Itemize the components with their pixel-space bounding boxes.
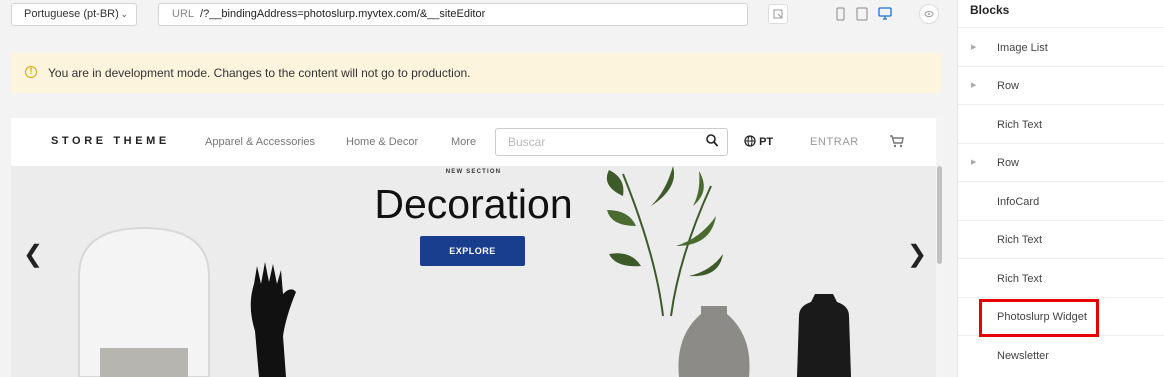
eye-icon[interactable] [919, 4, 939, 24]
desktop-icon[interactable] [876, 4, 896, 24]
login-link[interactable]: ENTRAR [810, 136, 859, 148]
carousel-next-icon[interactable]: ❯ [907, 240, 927, 269]
store-header: STORE THEME Apparel & Accessories Home &… [11, 118, 936, 166]
dev-mode-banner: ! You are in development mode. Changes t… [11, 53, 941, 93]
block-item-row-2[interactable]: ▶ Row [958, 144, 1164, 182]
block-item-label: Rich Text [997, 234, 1043, 246]
explore-button[interactable]: EXPLORE [420, 236, 525, 266]
language-label: PT [759, 136, 774, 148]
highlight-box [979, 299, 1099, 337]
block-item-label: Row [997, 80, 1020, 92]
mobile-icon[interactable] [832, 4, 852, 24]
block-item-row[interactable]: ▶ Row [958, 67, 1164, 105]
store-search-input[interactable]: Buscar [495, 128, 728, 156]
nav-item-more[interactable]: More [451, 136, 476, 148]
warning-icon: ! [25, 66, 37, 78]
caret-right-icon[interactable]: ▶ [971, 81, 976, 89]
locale-value: Portuguese (pt-BR) [24, 8, 119, 20]
carousel-prev-icon[interactable]: ❮ [23, 240, 43, 269]
block-item-label: InfoCard [997, 196, 1040, 208]
block-item-rich-text-3[interactable]: Rich Text [958, 260, 1164, 298]
url-value: /?__bindingAddress=photoslurp.myvtex.com… [200, 8, 486, 20]
editor-toolbar: Portuguese (pt-BR) ⌄ URL /?__bindingAddre… [0, 0, 940, 30]
dev-mode-message: You are in development mode. Changes to … [48, 66, 471, 80]
cursor-select-icon[interactable] [768, 4, 788, 24]
search-placeholder: Buscar [508, 135, 546, 149]
block-item-label: Image List [997, 42, 1048, 54]
chevron-down-icon: ⌄ [120, 9, 128, 19]
divider [958, 27, 1164, 28]
language-switcher[interactable]: PT [744, 135, 773, 148]
block-item-rich-text-2[interactable]: Rich Text [958, 221, 1164, 259]
globe-icon [744, 135, 756, 147]
block-item-rich-text[interactable]: Rich Text [958, 106, 1164, 144]
block-item-infocard[interactable]: InfoCard [958, 183, 1164, 221]
url-input[interactable]: URL /?__bindingAddress=photoslurp.myvtex.… [158, 3, 748, 26]
block-item-image-list[interactable]: ▶ Image List [958, 29, 1164, 67]
cart-icon[interactable] [889, 134, 905, 148]
hero-kicker: NEW SECTION [445, 169, 502, 175]
url-label: URL [172, 8, 195, 20]
block-item-label: Newsletter [997, 350, 1049, 362]
block-item-label: Rich Text [997, 119, 1043, 131]
nav-item-apparel[interactable]: Apparel & Accessories [205, 136, 315, 148]
store-preview: STORE THEME Apparel & Accessories Home &… [11, 118, 944, 377]
locale-select[interactable]: Portuguese (pt-BR) ⌄ [11, 3, 137, 26]
preview-scrollbar[interactable] [936, 118, 944, 377]
tablet-icon[interactable] [853, 4, 873, 24]
search-icon[interactable] [706, 134, 718, 148]
hero-carousel: NEW SECTION Decoration EXPLORE ❮ ❯ [11, 166, 936, 377]
nav-item-home-decor[interactable]: Home & Decor [346, 136, 418, 148]
block-item-newsletter[interactable]: Newsletter [958, 337, 1164, 375]
caret-right-icon[interactable]: ▶ [971, 158, 976, 166]
store-logo[interactable]: STORE THEME [51, 135, 170, 147]
block-item-label: Row [997, 157, 1020, 169]
scrollbar-thumb[interactable] [937, 166, 942, 264]
block-item-label: Rich Text [997, 273, 1043, 285]
hero-headline: Decoration [374, 181, 573, 227]
sidebar-title: Blocks [970, 3, 1010, 17]
caret-right-icon[interactable]: ▶ [971, 43, 976, 51]
